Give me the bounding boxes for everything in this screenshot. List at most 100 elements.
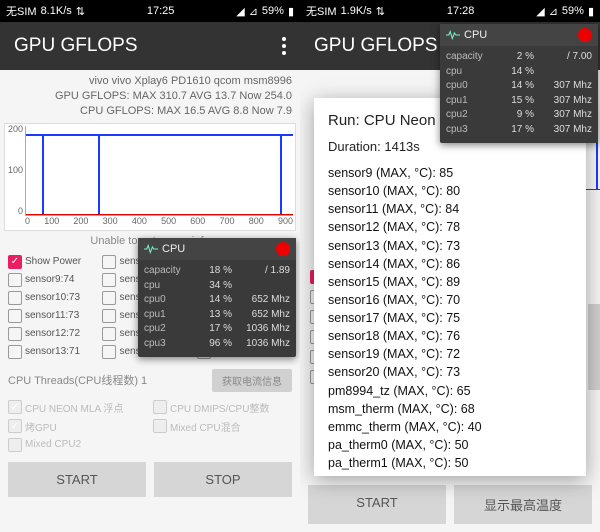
cpu-freq: / 1.89 bbox=[234, 264, 290, 279]
record-icon[interactable] bbox=[276, 242, 290, 256]
side-button-edge bbox=[588, 304, 600, 390]
y-tick: 0 bbox=[5, 206, 23, 216]
cpu-row: cpu14 % bbox=[446, 65, 592, 80]
checkbox-item[interactable]: sensor9:74 bbox=[8, 273, 96, 287]
checkbox[interactable] bbox=[102, 291, 116, 305]
checkbox[interactable] bbox=[102, 255, 116, 269]
result-line: sensor13 (MAX, °C): 73 bbox=[328, 237, 572, 255]
cpu-freq bbox=[536, 65, 592, 80]
option-item[interactable]: CPU DMIPS/CPU整数 bbox=[153, 400, 292, 415]
cpu-freq: 307 Mhz bbox=[536, 94, 592, 109]
cpu-label: cpu bbox=[446, 65, 492, 80]
battery-icon: ▮ bbox=[588, 5, 594, 18]
cpu-percent: 14 % bbox=[494, 79, 534, 94]
checkbox-item[interactable]: sensor13:71 bbox=[8, 345, 96, 359]
cpu-label: cpu0 bbox=[446, 79, 492, 94]
checkbox-item[interactable]: sensor12:72 bbox=[8, 327, 96, 341]
cpu-label: cpu0 bbox=[144, 293, 190, 308]
device-info-line: GPU GFLOPS: MAX 310.7 AVG 13.7 Now 254.0 bbox=[8, 89, 292, 104]
checkbox[interactable] bbox=[8, 291, 22, 305]
device-info-line: vivo vivo Xplay6 PD1610 qcom msm8996 bbox=[8, 74, 292, 89]
checkbox[interactable] bbox=[8, 438, 22, 452]
checkbox-item[interactable]: sensor11:73 bbox=[8, 309, 96, 323]
checkbox-label: sensor11:73 bbox=[25, 310, 79, 321]
cpu-row: capacity18 %/ 1.89 bbox=[144, 264, 290, 279]
cpu-label: cpu2 bbox=[144, 322, 190, 337]
cpu-freq: 652 Mhz bbox=[234, 293, 290, 308]
checkbox[interactable] bbox=[8, 273, 22, 287]
cpu-freq: 652 Mhz bbox=[234, 308, 290, 323]
x-tick: 100 bbox=[44, 216, 59, 230]
checkbox[interactable] bbox=[102, 273, 116, 287]
get-current-button[interactable]: 获取电流信息 bbox=[212, 369, 292, 392]
overflow-menu-icon[interactable] bbox=[282, 37, 286, 55]
y-tick: 100 bbox=[5, 165, 23, 175]
results-dialog: Run: CPU Neon F Duration: 1413s sensor9 … bbox=[314, 98, 586, 476]
checkbox[interactable] bbox=[8, 419, 22, 433]
cpu-percent: 2 % bbox=[494, 50, 534, 65]
result-line: msm_therm (MAX, °C): 68 bbox=[328, 400, 572, 418]
cpu-row: cpu113 %652 Mhz bbox=[144, 308, 290, 323]
start-button[interactable]: START bbox=[8, 462, 146, 497]
net-speed: 8.1K/s bbox=[41, 5, 72, 17]
x-tick: 400 bbox=[132, 216, 147, 230]
cpu-panel-title: CPU bbox=[464, 29, 487, 41]
start-button[interactable]: START bbox=[308, 485, 446, 524]
checkbox[interactable] bbox=[8, 400, 22, 414]
result-line: sensor14 (MAX, °C): 86 bbox=[328, 255, 572, 273]
cpu-freq: 1036 Mhz bbox=[234, 337, 290, 352]
checkbox[interactable] bbox=[153, 400, 167, 414]
result-line: sensor11 (MAX, °C): 84 bbox=[328, 200, 572, 218]
checkbox[interactable] bbox=[102, 345, 116, 359]
cpu-percent: 18 % bbox=[192, 264, 232, 279]
cpu-percent: 34 % bbox=[192, 279, 232, 294]
checkbox[interactable] bbox=[102, 309, 116, 323]
cpu-freq: 1036 Mhz bbox=[234, 322, 290, 337]
option-label: 烤GPU bbox=[25, 419, 57, 434]
gflops-chart: 200 100 0 0100200300400500600700800900 bbox=[4, 123, 296, 231]
option-item[interactable]: Mixed CPU2 bbox=[8, 438, 147, 452]
stop-button[interactable]: STOP bbox=[154, 462, 292, 497]
battery-percent: 59% bbox=[562, 5, 584, 17]
cpu-label: cpu1 bbox=[446, 94, 492, 109]
cpu-label: capacity bbox=[144, 264, 190, 279]
wifi-icon: ⊿ bbox=[249, 5, 258, 18]
cpu-percent: 17 % bbox=[494, 123, 534, 138]
checkbox[interactable] bbox=[8, 309, 22, 323]
sim-status: 无SIM bbox=[6, 3, 37, 19]
checkbox[interactable] bbox=[8, 345, 22, 359]
cpu-percent: 13 % bbox=[192, 308, 232, 323]
pulse-icon bbox=[446, 30, 460, 40]
option-item[interactable]: 烤GPU bbox=[8, 419, 147, 434]
cpu-row: cpu317 %307 Mhz bbox=[446, 123, 592, 138]
cpu-row: cpu115 %307 Mhz bbox=[446, 94, 592, 109]
net-speed: 1.9K/s bbox=[341, 5, 372, 17]
device-info-block: vivo vivo Xplay6 PD1610 qcom msm8996 GPU… bbox=[0, 70, 300, 123]
checkbox[interactable] bbox=[8, 255, 22, 269]
cpu-freq: 307 Mhz bbox=[536, 108, 592, 123]
cpu-row: cpu34 % bbox=[144, 279, 290, 294]
cpu-freq: 307 Mhz bbox=[536, 79, 592, 94]
checkbox[interactable] bbox=[153, 419, 167, 433]
option-item[interactable]: CPU NEON MLA 浮点 bbox=[8, 400, 147, 415]
option-item[interactable]: Mixed CPU混合 bbox=[153, 419, 292, 434]
battery-percent: 59% bbox=[262, 5, 284, 17]
results-list: sensor9 (MAX, °C): 85sensor10 (MAX, °C):… bbox=[328, 164, 572, 472]
result-line: sensor20 (MAX, °C): 73 bbox=[328, 363, 572, 381]
cpu-label: cpu bbox=[144, 279, 190, 294]
record-icon[interactable] bbox=[578, 28, 592, 42]
cpu-label: cpu3 bbox=[144, 337, 190, 352]
cpu-overlay-panel[interactable]: CPU capacity2 %/ 7.00cpu14 %cpu014 %307 … bbox=[440, 24, 598, 143]
option-label: Mixed CPU混合 bbox=[170, 419, 241, 434]
cpu-freq: / 7.00 bbox=[536, 50, 592, 65]
show-max-temp-button[interactable]: 显示最高温度 bbox=[454, 485, 592, 524]
checkbox[interactable] bbox=[8, 327, 22, 341]
threads-label: CPU Threads(CPU线程数) 1 bbox=[8, 372, 147, 388]
option-label: Mixed CPU2 bbox=[25, 439, 81, 450]
option-label: CPU NEON MLA 浮点 bbox=[25, 400, 123, 415]
checkbox[interactable] bbox=[102, 327, 116, 341]
cpu-label: cpu3 bbox=[446, 123, 492, 138]
checkbox-item[interactable]: Show Power bbox=[8, 255, 96, 269]
cpu-overlay-panel[interactable]: CPU capacity18 %/ 1.89cpu34 %cpu014 %652… bbox=[138, 238, 296, 357]
checkbox-item[interactable]: sensor10:73 bbox=[8, 291, 96, 305]
